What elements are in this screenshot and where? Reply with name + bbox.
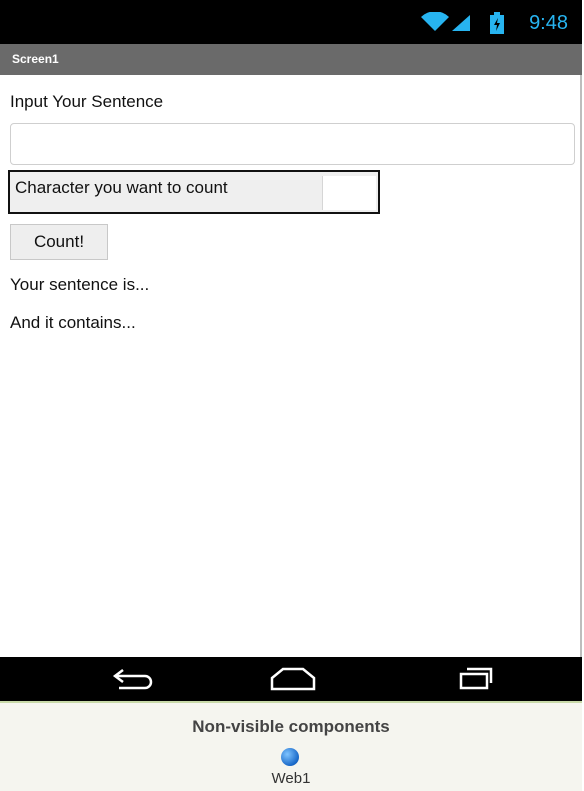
globe-icon[interactable] (281, 748, 299, 766)
back-icon[interactable] (111, 666, 155, 692)
non-visible-title: Non-visible components (192, 717, 390, 736)
app-frame: 9:48 Screen1 Input Your Sentence Charact… (0, 0, 582, 791)
result-contains-label: And it contains... (10, 313, 136, 332)
home-icon[interactable] (268, 666, 318, 692)
char-arrangement: Character you want to count (8, 170, 380, 214)
char-input[interactable] (322, 176, 376, 210)
result-sentence-label: Your sentence is... (10, 275, 150, 294)
count-button[interactable]: Count! (10, 224, 108, 260)
screen-title-bar: Screen1 (0, 44, 582, 75)
sentence-input[interactable] (10, 123, 575, 165)
navigation-bar (0, 657, 582, 701)
status-bar: 9:48 (0, 0, 582, 44)
battery-icon (490, 12, 504, 34)
recent-apps-icon[interactable] (459, 667, 493, 691)
sentence-label: Input Your Sentence (10, 92, 164, 111)
clock: 9:48 (529, 12, 568, 34)
wifi-icon (421, 12, 449, 31)
non-visible-components-panel: Non-visible components Web1 (0, 701, 582, 791)
char-label: Character you want to count (15, 178, 228, 197)
signal-icon (452, 15, 470, 31)
screen-title: Screen1 (12, 52, 59, 66)
component-label-web1[interactable]: Web1 (0, 770, 582, 787)
